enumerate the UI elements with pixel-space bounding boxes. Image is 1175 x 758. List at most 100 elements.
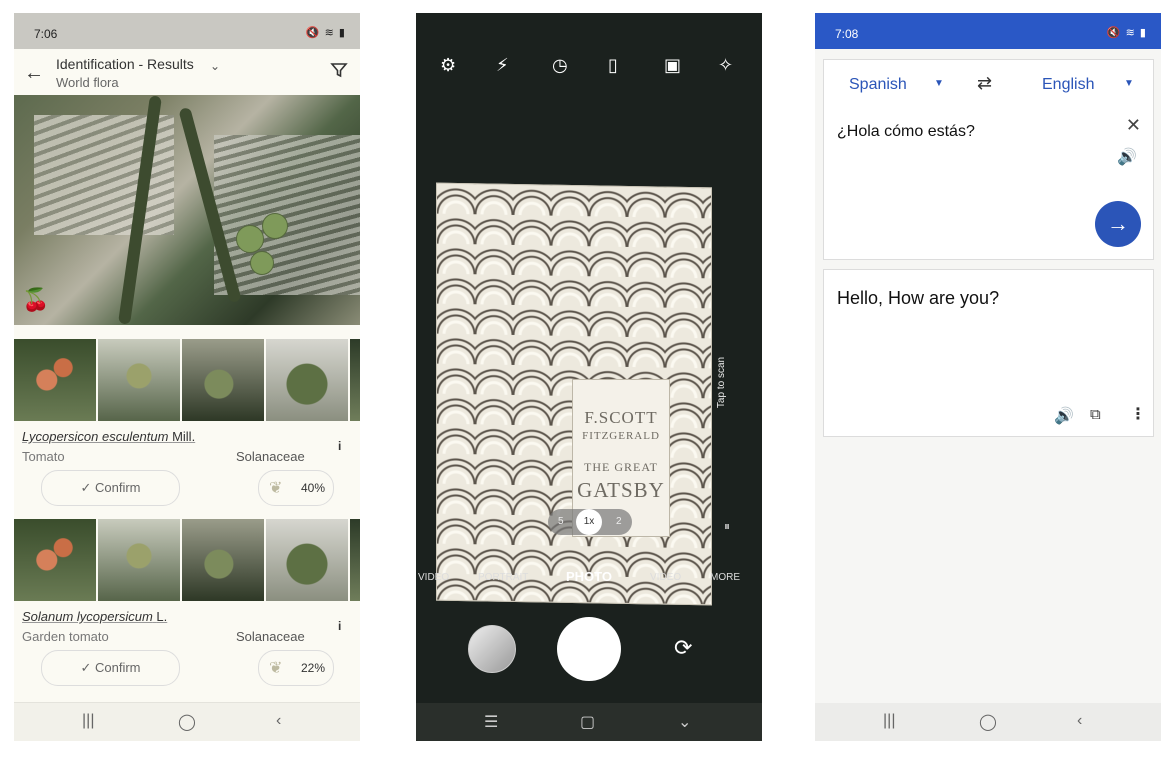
leaf-icon: ❦ [269,480,283,497]
page-subtitle: World flora [56,75,119,90]
result-common-name: Tomato [22,449,65,464]
home-icon[interactable]: ◯ [178,712,196,732]
confirm-button[interactable]: ✓ Confirm [41,470,180,506]
back-icon[interactable]: ‹ [1077,712,1082,730]
back-arrow-icon[interactable]: ← [24,62,44,85]
book-author-line1: F.SCOTT [584,408,658,427]
system-nav-bar: ||| ◯ ‹ [14,702,360,741]
book-title-line2: GATSBY [577,478,665,502]
result-thumbnail[interactable] [266,519,348,601]
chevron-down-icon[interactable]: ⌄ [210,59,220,73]
camera-screen: ⚙ ⚡ ◷ ▯ ▣ ✧ F.SCOTT FITZGERALD THE GREAT… [416,13,762,741]
query-photo[interactable]: 🍒 [14,95,360,325]
source-language[interactable]: Spanish [849,76,907,94]
species-name: Lycopersicon esculentum [22,429,169,444]
result-thumbnail[interactable] [14,519,96,601]
status-icons: 🔇 ≋ ▮ [1106,27,1147,39]
target-language[interactable]: English [1042,76,1094,94]
result-thumbnail[interactable] [182,339,264,421]
home-icon[interactable]: ◯ [979,712,997,732]
copy-icon[interactable]: ⧉ [1090,406,1101,423]
species-author: L. [156,609,168,624]
mode-photo[interactable]: PHOTO [566,569,612,584]
result-thumbnail[interactable] [350,339,360,421]
species-name: Solanum lycopersicum [22,609,153,624]
score-value: 40% [300,481,325,495]
status-icons: 🔇 ≋ ▮ [305,27,346,39]
timer-icon[interactable]: ◷ [552,55,568,76]
translate-button[interactable]: → [1095,201,1141,247]
back-icon[interactable]: ‹ [276,712,281,730]
recents-icon[interactable]: ☰ [484,712,498,732]
species-author: Mill. [172,429,196,444]
system-nav-bar: ☰ ▢ ⌄ [416,703,762,741]
translated-text: Hello, How are you? [837,288,1000,308]
photo-background [214,135,360,295]
status-bar: 7:08 🔇 ≋ ▮ [815,13,1161,49]
status-time: 7:08 [835,27,859,41]
mode-portrait[interactable]: PORTRAIT [478,572,528,583]
info-icon[interactable]: i [338,619,341,633]
tap-to-scan-button[interactable]: Tap to scan [714,343,748,423]
mode-more[interactable]: MORE [710,572,740,583]
source-dropdown-icon[interactable]: ▼ [934,78,944,89]
source-text-box[interactable]: ¿Hola cómo estás? ✕ 🔊 → [823,107,1154,260]
result-scientific-name[interactable]: Solanum lycopersicum L. [22,609,167,624]
plant-organ-icon: 🍒 [22,287,50,312]
zoom-option[interactable]: 2 [616,516,622,527]
tomato [250,251,274,275]
clear-icon[interactable]: ✕ [1126,115,1141,136]
pause-icon[interactable]: ⏸ [724,519,730,534]
result-thumbnail[interactable] [14,339,96,421]
result-common-name: Garden tomato [22,629,109,644]
result-thumbnail[interactable] [98,519,180,601]
result-images [14,339,360,421]
result-thumbnail[interactable] [98,339,180,421]
result-thumbnail[interactable] [266,339,348,421]
home-icon[interactable]: ▢ [580,712,595,732]
score-badge: ❦ 22% [258,650,334,686]
hide-keyboard-icon[interactable]: ⌄ [678,712,691,732]
speaker-icon[interactable]: 🔊 [1054,406,1074,426]
speaker-icon[interactable]: 🔊 [1117,147,1137,167]
book-title-line1: THE GREAT [584,460,658,474]
recents-icon[interactable]: ||| [82,712,94,730]
mode-video[interactable]: VIDEO [650,572,681,583]
switch-camera-icon[interactable]: ⟳ [674,635,692,661]
filter-icon[interactable] [330,61,348,79]
page-title[interactable]: Identification - Results [56,56,194,72]
zoom-control[interactable]: 5 1x 2 [548,509,632,535]
info-icon[interactable]: i [338,439,341,453]
tomato [236,225,264,253]
system-nav-bar: ||| ◯ ‹ [815,703,1161,741]
flash-off-icon[interactable]: ⚡ [496,55,509,76]
status-time: 7:06 [34,27,58,41]
result-thumbnail[interactable] [350,519,360,601]
filters-icon[interactable]: ✧ [718,55,733,76]
leaf-icon: ❦ [269,660,283,677]
more-options-icon[interactable]: ⋮ [1130,404,1146,424]
translation-box: Hello, How are you? 🔊 ⧉ ⋮ [823,269,1154,437]
shutter-button[interactable] [557,617,621,681]
settings-icon[interactable]: ⚙ [440,55,456,76]
source-text-input[interactable]: ¿Hola cómo estás? [837,123,975,141]
confirm-button[interactable]: ✓ Confirm [41,650,180,686]
tomato [262,213,288,239]
translate-screen: 7:08 🔇 ≋ ▮ Spanish ▼ ⇄ English ▼ ¿Hola c… [815,13,1161,741]
zoom-option[interactable]: 5 [558,516,564,527]
aspect-ratio-icon[interactable]: ▯ [608,55,618,76]
result-thumbnail[interactable] [182,519,264,601]
gallery-thumbnail[interactable] [468,625,516,673]
score-value: 22% [300,661,325,675]
swap-languages-icon[interactable]: ⇄ [977,73,992,94]
motion-photo-icon[interactable]: ▣ [664,55,681,76]
mode-video[interactable]: VIDEO [418,572,449,583]
tap-to-scan-label: Tap to scan [716,356,728,409]
result-scientific-name[interactable]: Lycopersicon esculentum Mill. [22,429,195,444]
target-dropdown-icon[interactable]: ▼ [1124,78,1134,89]
plantnet-screen: 7:06 🔇 ≋ ▮ ← Identification - Results ⌄ … [14,13,360,741]
score-badge: ❦ 40% [258,470,334,506]
header: ← Identification - Results ⌄ World flora [14,49,360,95]
zoom-selected[interactable]: 1x [576,509,602,535]
recents-icon[interactable]: ||| [883,712,895,730]
